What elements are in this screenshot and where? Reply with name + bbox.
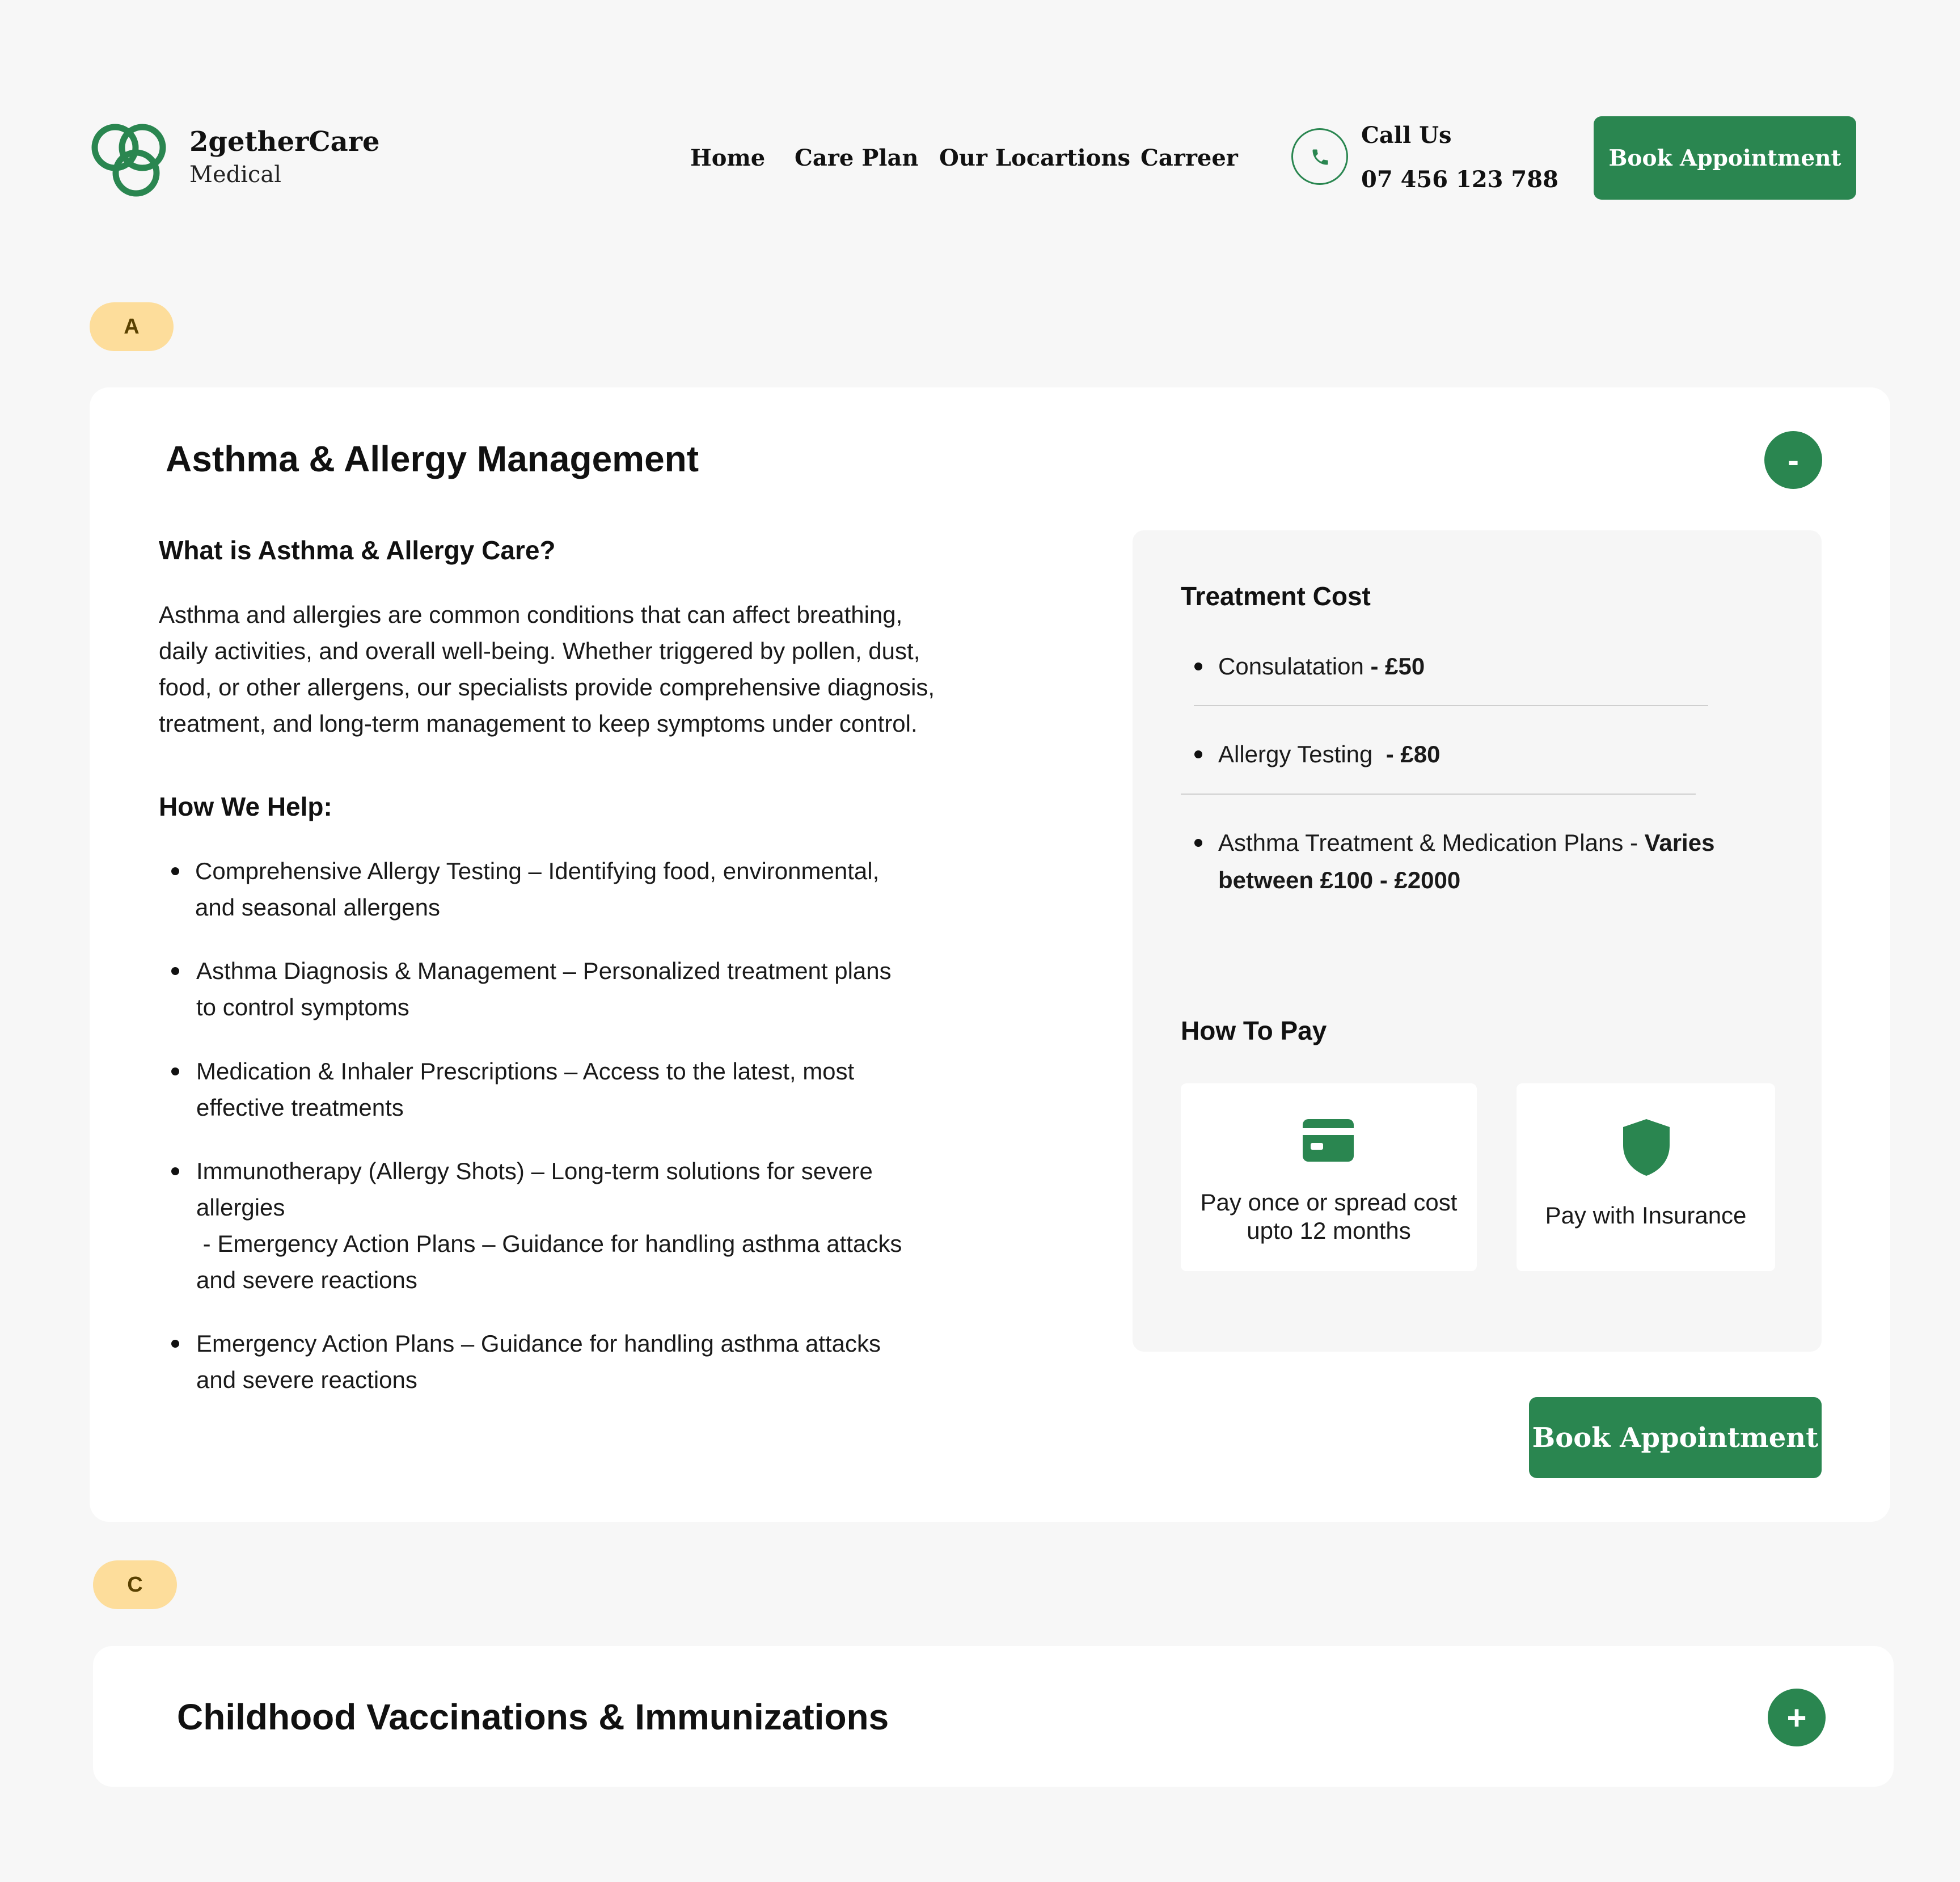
section-letter-badge: C bbox=[93, 1560, 177, 1609]
cost-item: Allergy Testing - £80 bbox=[1194, 736, 1440, 773]
pay-option-spread-cost[interactable]: Pay once or spread cost upto 12 months bbox=[1181, 1083, 1477, 1271]
bullet-icon bbox=[1194, 839, 1202, 847]
list-item: Asthma Diagnosis & Management – Personal… bbox=[171, 953, 892, 1026]
call-us-label: Call Us bbox=[1361, 122, 1452, 149]
list-item: Emergency Action Plans – Guidance for ha… bbox=[171, 1326, 881, 1398]
bullet-icon bbox=[1194, 663, 1202, 670]
bullet-icon bbox=[1194, 750, 1202, 758]
pay-option-text: Pay once or spread cost bbox=[1200, 1189, 1458, 1216]
section-title[interactable]: Asthma & Allergy Management bbox=[166, 438, 699, 480]
list-item: Comprehensive Allergy Testing – Identify… bbox=[171, 853, 879, 926]
bullet-icon bbox=[171, 867, 179, 875]
nav-home[interactable]: Home bbox=[690, 145, 765, 171]
expand-button[interactable]: + bbox=[1768, 1689, 1826, 1746]
section-title[interactable]: Childhood Vaccinations & Immunizations bbox=[177, 1696, 889, 1738]
brand-subtitle: Medical bbox=[189, 162, 282, 188]
how-to-pay-heading: How To Pay bbox=[1181, 1016, 1327, 1045]
nav-career[interactable]: Carreer bbox=[1140, 145, 1238, 171]
bullet-icon bbox=[171, 1340, 179, 1348]
description: Asthma and allergies are common conditio… bbox=[159, 601, 935, 737]
bullet-icon bbox=[171, 967, 179, 975]
bullet-icon bbox=[171, 1167, 179, 1175]
cost-item: Consulatation - £50 bbox=[1194, 648, 1425, 685]
book-appointment-header-button[interactable]: Book Appointment bbox=[1594, 116, 1856, 200]
pay-option-text: upto 12 months bbox=[1247, 1217, 1411, 1244]
phone-icon[interactable] bbox=[1291, 128, 1348, 185]
divider bbox=[1181, 794, 1696, 795]
treatment-cost-heading: Treatment Cost bbox=[1181, 581, 1371, 611]
list-item: Medication & Inhaler Prescriptions – Acc… bbox=[171, 1053, 854, 1126]
pay-option-insurance[interactable]: Pay with Insurance bbox=[1517, 1083, 1775, 1271]
shield-icon bbox=[1623, 1119, 1670, 1176]
bullet-icon bbox=[171, 1067, 179, 1075]
logo-icon bbox=[90, 116, 166, 201]
list-item: Immunotherapy (Allergy Shots) – Long-ter… bbox=[171, 1153, 902, 1298]
collapse-button[interactable]: - bbox=[1764, 431, 1822, 489]
what-is-heading: What is Asthma & Allergy Care? bbox=[159, 535, 556, 565]
divider bbox=[1194, 705, 1708, 706]
nav-our-locations[interactable]: Our Locartions bbox=[939, 145, 1130, 171]
phone-number[interactable]: 07 456 123 788 bbox=[1361, 166, 1558, 193]
pay-option-text: Pay with Insurance bbox=[1545, 1202, 1747, 1229]
credit-card-icon bbox=[1303, 1119, 1354, 1162]
book-appointment-button[interactable]: Book Appointment bbox=[1529, 1397, 1822, 1478]
cost-item: Asthma Treatment & Medication Plans - Va… bbox=[1194, 824, 1714, 899]
brand-name[interactable]: 2getherCare bbox=[189, 126, 380, 158]
how-we-help-heading: How We Help: bbox=[159, 792, 332, 821]
section-letter-badge: A bbox=[90, 302, 174, 351]
nav-care-plan[interactable]: Care Plan bbox=[795, 145, 918, 171]
